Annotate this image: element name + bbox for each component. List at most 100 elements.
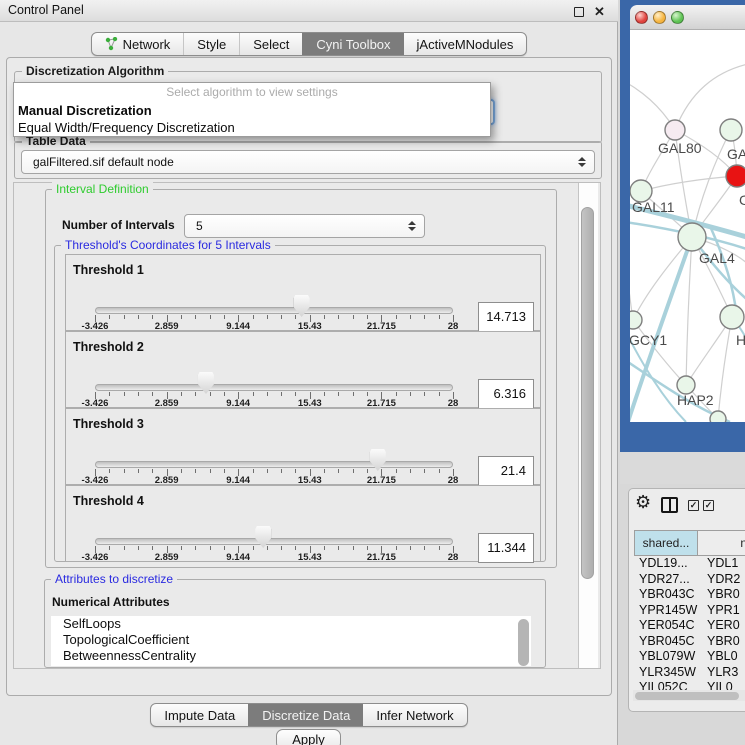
slider-tick [295,392,296,396]
attributes-list-scrollbar[interactable] [518,619,529,666]
split-table-icon[interactable] [661,497,678,513]
gear-icon[interactable]: ⚙ [635,492,651,513]
tick-label: 28 [423,552,483,563]
network-edge [686,237,692,385]
algorithm-dropdown-popup: Select algorithm to view settings Manual… [13,82,491,137]
table-cell-shared-name[interactable]: YER054C [639,618,695,632]
list-item-betweennesscentrality[interactable]: BetweennessCentrality [51,648,531,664]
slider-tick [267,469,268,473]
bottom-tab-bar: Impute Data Discretize Data Infer Network [150,703,467,727]
table-cell-name[interactable]: YBL0 [707,649,738,663]
threshold-value-field[interactable]: 6.316 [478,379,534,409]
tab-label: Impute Data [164,708,235,723]
slider-tick [367,469,368,473]
checkbox-icon[interactable]: ✓ [703,500,714,511]
slider-tick [267,315,268,319]
slider-tick [253,469,254,473]
slider-track[interactable] [95,461,453,468]
zoom-traffic-light-icon[interactable] [671,11,684,24]
table-data-combobox[interactable]: galFiltered.sif default node [21,150,595,174]
tab-select[interactable]: Select [239,33,302,55]
threshold-value-field[interactable]: 14.713 [478,302,534,332]
list-item-topologicalcoefficient[interactable]: TopologicalCoefficient [51,632,531,648]
tab-discretize-data[interactable]: Discretize Data [248,704,363,726]
tab-jactivemnodules[interactable]: jActiveMNodules [404,33,527,55]
slider-tick [224,469,225,473]
close-traffic-light-icon[interactable] [635,11,648,24]
num-intervals-label: Number of Intervals [62,218,175,232]
slider-tick [195,315,196,319]
table-cell-name[interactable]: YBR0 [707,634,740,648]
slider-tick [396,315,397,319]
tick-label: -3.426 [65,552,125,563]
table-cell-name[interactable]: YER0 [707,618,740,632]
column-header-name[interactable]: na [697,530,745,556]
table-cell-shared-name[interactable]: YDR27... [639,572,690,586]
tab-infer-network[interactable]: Infer Network [363,704,466,726]
dropdown-placeholder-option[interactable]: Select algorithm to view settings [14,83,490,102]
tab-label: Infer Network [376,708,453,723]
slider-track[interactable] [95,384,453,391]
tab-style[interactable]: Style [183,33,239,55]
group-title: Attributes to discretize [51,572,177,586]
tab-network[interactable]: Network [92,33,184,55]
table-panel-titlebar: Table Panel [620,452,745,484]
slider-tick [138,315,139,319]
table-cell-shared-name[interactable]: YBR045C [639,634,695,648]
threshold-value-field[interactable]: 11.344 [478,533,534,563]
tab-cyni-toolbox[interactable]: Cyni Toolbox [302,33,403,55]
table-cell-name[interactable]: YPR1 [707,603,740,617]
num-intervals-combobox[interactable]: 5 [184,214,425,238]
float-window-icon[interactable] [574,7,584,17]
close-icon[interactable]: ✕ [594,4,605,20]
table-hscrollbar-thumb[interactable] [635,692,739,700]
network-window-titlebar[interactable] [630,5,745,30]
tab-label: Discretize Data [262,708,350,723]
apply-button[interactable]: Apply [276,729,341,745]
table-data-value: galFiltered.sif default node [33,155,174,169]
tick-label: 15.43 [280,552,340,563]
tab-label: Style [197,37,226,52]
network-node-gal-node[interactable] [720,119,742,141]
numerical-attributes-list[interactable]: SelfLoopsTopologicalCoefficientBetweenne… [51,616,531,666]
dropdown-option-equal-width-frequency-discretization[interactable]: Equal Width/Frequency Discretization [14,119,490,136]
column-header-shared-name[interactable]: shared... [634,530,698,556]
table-cell-shared-name[interactable]: YBL079W [639,649,695,663]
table-cell-shared-name[interactable]: YDL19... [639,556,688,570]
checkbox-icon[interactable]: ✓ [688,500,699,511]
dropdown-option-manual-discretization[interactable]: Manual Discretization [14,102,490,119]
table-cell-shared-name[interactable]: YLR345W [639,665,696,679]
network-node-pink-node[interactable] [665,120,685,140]
tab-impute-data[interactable]: Impute Data [151,704,248,726]
network-node-edge-node[interactable] [710,411,726,422]
slider-tick [353,546,354,550]
threshold-panel-3: Threshold 3-3.4262.8599.14415.4321.71528… [65,408,541,485]
table-cell-shared-name[interactable]: YPR145W [639,603,697,617]
network-node-h-node[interactable] [720,305,744,329]
table-hscrollbar-track[interactable] [633,690,745,701]
network-node-gcy1-node[interactable] [630,311,642,329]
table-cell-shared-name[interactable]: YBR043C [639,587,695,601]
list-item-selfloops[interactable]: SelfLoops [51,616,531,632]
slider-tick [324,392,325,396]
slider-tick [338,392,339,396]
slider-tick [224,546,225,550]
slider-tick [124,546,125,550]
tab-label: Cyni Toolbox [316,37,390,52]
table-cell-name[interactable]: YDL1 [707,556,738,570]
threshold-value-field[interactable]: 21.4 [478,456,534,486]
minimize-traffic-light-icon[interactable] [653,11,666,24]
slider-track[interactable] [95,538,453,545]
table-cell-name[interactable]: YBR0 [707,587,740,601]
main-scrollbar-thumb[interactable] [581,207,594,579]
slider-track[interactable] [95,307,453,314]
control-panel-titlebar: Control Panel ✕ [0,0,618,22]
slider-tick [439,469,440,473]
network-canvas[interactable]: GAL80GAGAL11CGAL4GCY1HHAP2 [630,30,745,422]
slider-tick [338,469,339,473]
table-cell-name[interactable]: YDR2 [707,572,740,586]
table-cell-name[interactable]: YLR3 [707,665,738,679]
numerical-attributes-label: Numerical Attributes [52,595,170,609]
network-node-gal4-node[interactable] [678,223,706,251]
network-node-red-node[interactable] [726,165,745,187]
